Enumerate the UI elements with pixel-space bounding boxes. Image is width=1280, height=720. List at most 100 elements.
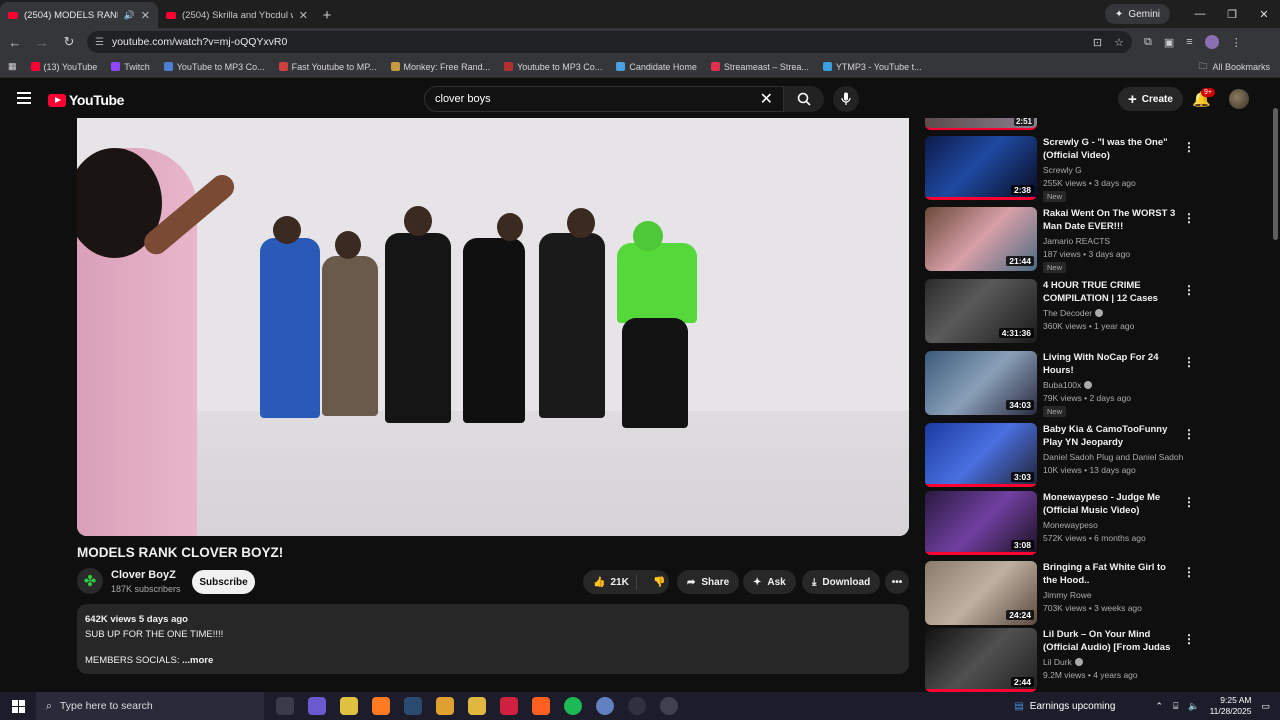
app-icon[interactable] xyxy=(532,697,550,715)
task-view-icon[interactable] xyxy=(276,697,294,715)
bookmark-item[interactable]: YouTube to MP3 Co... xyxy=(163,62,265,72)
browser-tab-active[interactable]: (2504) MODELS RANK CLOVER 🔊 ✕ xyxy=(0,2,158,28)
channel-name[interactable]: The Decoder xyxy=(1043,308,1092,318)
network-icon[interactable]: ⌸ xyxy=(1173,701,1178,712)
app-icon[interactable] xyxy=(596,697,614,715)
video-title[interactable]: Monewaypeso - Judge Me (Official Music V… xyxy=(1043,491,1181,517)
account-avatar[interactable] xyxy=(1229,89,1249,109)
page-scrollbar[interactable] xyxy=(1271,80,1280,692)
app-icon[interactable] xyxy=(372,697,390,715)
apps-icon[interactable]: ▦ xyxy=(8,61,17,72)
reading-list-icon[interactable]: ≡ xyxy=(1186,36,1192,48)
show-more-button[interactable]: ...more xyxy=(182,655,213,666)
dislike-button[interactable]: 👎 xyxy=(643,577,665,588)
video-thumbnail[interactable]: 24:24 xyxy=(925,561,1037,625)
subscribe-button[interactable]: Subscribe xyxy=(192,570,255,594)
channel-name[interactable]: Lil Durk xyxy=(1043,657,1072,667)
more-vertical-icon[interactable]: ⋮ xyxy=(1183,427,1195,441)
app-icon[interactable] xyxy=(436,697,454,715)
bookmark-item[interactable]: Fast Youtube to MP... xyxy=(278,62,377,72)
split-view-icon[interactable]: ▣ xyxy=(1164,36,1174,49)
channel-name[interactable]: Jamario REACTS xyxy=(1043,236,1110,246)
video-thumbnail[interactable]: 2:44 xyxy=(925,628,1037,692)
video-thumbnail[interactable]: 2:38 xyxy=(925,136,1037,200)
recommended-video[interactable]: 3:08 Monewaypeso - Judge Me (Official Mus… xyxy=(925,491,1205,557)
share-button[interactable]: ➦ Share xyxy=(677,570,740,594)
start-button[interactable] xyxy=(0,699,36,713)
channel-name[interactable]: Monewaypeso xyxy=(1043,520,1098,530)
reload-icon[interactable]: ↻ xyxy=(57,30,81,54)
youtube-logo[interactable]: YouTube xyxy=(48,92,124,108)
video-thumbnail[interactable]: 34:03 xyxy=(925,351,1037,415)
spotify-icon[interactable] xyxy=(564,697,582,715)
search-button[interactable] xyxy=(784,86,824,112)
address-bar[interactable]: ☰ youtube.com/watch?v=mj-oQQYxvR0 ⊡ ☆ xyxy=(87,31,1132,53)
app-icon[interactable] xyxy=(500,697,518,715)
like-button[interactable]: 👍 21K xyxy=(583,574,637,590)
back-icon[interactable]: ← xyxy=(3,30,27,54)
video-title[interactable]: 4 HOUR TRUE CRIME COMPILATION | 12 Cases… xyxy=(1043,279,1181,305)
hamburger-menu-icon[interactable] xyxy=(17,92,31,107)
more-vertical-icon[interactable]: ⋮ xyxy=(1183,140,1195,154)
minimize-icon[interactable]: — xyxy=(1184,0,1216,28)
download-button[interactable]: ⤓ Download xyxy=(802,570,881,594)
recommended-video[interactable]: 4:31:36 4 HOUR TRUE CRIME COMPILATION | 1… xyxy=(925,279,1205,345)
gemini-button[interactable]: ✦ Gemini xyxy=(1104,4,1170,24)
more-vertical-icon[interactable]: ⋮ xyxy=(1183,211,1195,225)
video-title[interactable]: Screwly G - "I was the One" (Official Vi… xyxy=(1043,136,1181,162)
recommended-video[interactable]: 21:44 Rakai Went On The WORST 3 Man Date … xyxy=(925,207,1205,273)
channel-name[interactable]: Screwly G xyxy=(1043,165,1082,175)
clear-search-icon[interactable]: ✕ xyxy=(760,89,773,109)
video-title[interactable]: Living With NoCap For 24 Hours! xyxy=(1043,351,1181,377)
channel-name[interactable]: Clover BoyZ xyxy=(111,569,176,581)
bookmark-item[interactable]: YTMP3 - YouTube t... xyxy=(822,62,922,72)
browser-tab[interactable]: (2504) Skrilla and Ybcdul was th ✕ xyxy=(158,2,316,28)
steam-icon[interactable] xyxy=(404,697,422,715)
video-title[interactable]: Lil Durk – On Your Mind (Official Audio)… xyxy=(1043,628,1181,654)
more-vertical-icon[interactable]: ⋮ xyxy=(1183,355,1195,369)
file-explorer-icon[interactable] xyxy=(468,697,486,715)
recommended-video[interactable]: 3:03 Baby Kia & CamoTooFunny Play YN Jeop… xyxy=(925,423,1205,489)
more-vertical-icon[interactable]: ⋮ xyxy=(1183,283,1195,297)
search-input[interactable]: clover boys ✕ xyxy=(424,86,784,112)
bookmark-star-icon[interactable]: ☆ xyxy=(1114,36,1124,49)
taskbar-search[interactable]: ⌕ Type here to search xyxy=(36,692,264,720)
channel-name[interactable]: Buba100x xyxy=(1043,380,1081,390)
video-title[interactable]: Rakai Went On The WORST 3 Man Date EVER!… xyxy=(1043,207,1181,233)
ask-button[interactable]: ✦ Ask xyxy=(743,570,796,594)
channel-name[interactable]: Daniel Sadoh Plug and Daniel Sadoh xyxy=(1043,452,1183,462)
recommended-video[interactable]: 2:38 Screwly G - "I was the One" (Officia… xyxy=(925,136,1205,202)
chevron-up-icon[interactable]: ⌃ xyxy=(1155,701,1163,712)
bookmark-item[interactable]: Monkey: Free Rand... xyxy=(390,62,490,72)
video-player[interactable] xyxy=(77,118,909,536)
restore-icon[interactable]: ❐ xyxy=(1216,0,1248,28)
close-window-icon[interactable]: ✕ xyxy=(1248,0,1280,28)
bookmark-item[interactable]: (13) YouTube xyxy=(30,62,97,72)
video-title[interactable]: Bringing a Fat White Girl to the Hood.. xyxy=(1043,561,1181,587)
channel-avatar[interactable]: ✤ xyxy=(77,568,103,594)
recommended-video[interactable]: 24:24 Bringing a Fat White Girl to the Ho… xyxy=(925,561,1205,627)
media-player-icon[interactable] xyxy=(660,697,678,715)
extensions-icon[interactable]: ⧉ xyxy=(1144,36,1152,49)
volume-icon[interactable]: 🔈 xyxy=(1188,701,1199,712)
description-box[interactable]: 642K views 5 days ago SUB UP FOR THE ONE… xyxy=(77,604,909,674)
profile-avatar[interactable] xyxy=(1204,35,1219,49)
scrollbar-thumb[interactable] xyxy=(1273,108,1278,240)
install-icon[interactable]: ⊡ xyxy=(1093,36,1102,49)
more-vertical-icon[interactable]: ⋮ xyxy=(1183,495,1195,509)
recommended-video[interactable]: 2:44 Lil Durk – On Your Mind (Official Au… xyxy=(925,628,1205,692)
earnings-widget[interactable]: ▤ Earnings upcoming xyxy=(1014,701,1115,712)
video-thumbnail[interactable]: 4:31:36 xyxy=(925,279,1037,343)
more-actions-button[interactable]: ••• xyxy=(885,570,909,594)
close-tab-icon[interactable]: ✕ xyxy=(141,9,150,22)
forward-icon[interactable]: → xyxy=(30,30,54,54)
bookmark-item[interactable]: Twitch xyxy=(111,62,150,72)
bookmark-item[interactable]: Streameast – Strea... xyxy=(710,62,809,72)
bookmark-item[interactable]: Candidate Home xyxy=(616,62,697,72)
notification-center-icon[interactable]: ▭ xyxy=(1261,701,1270,712)
new-tab-button[interactable]: + xyxy=(316,2,338,28)
video-thumbnail[interactable]: 3:08 xyxy=(925,491,1037,555)
chrome-icon[interactable] xyxy=(340,697,358,715)
video-title[interactable]: Baby Kia & CamoTooFunny Play YN Jeopardy xyxy=(1043,423,1181,449)
more-vertical-icon[interactable]: ⋮ xyxy=(1183,632,1195,646)
